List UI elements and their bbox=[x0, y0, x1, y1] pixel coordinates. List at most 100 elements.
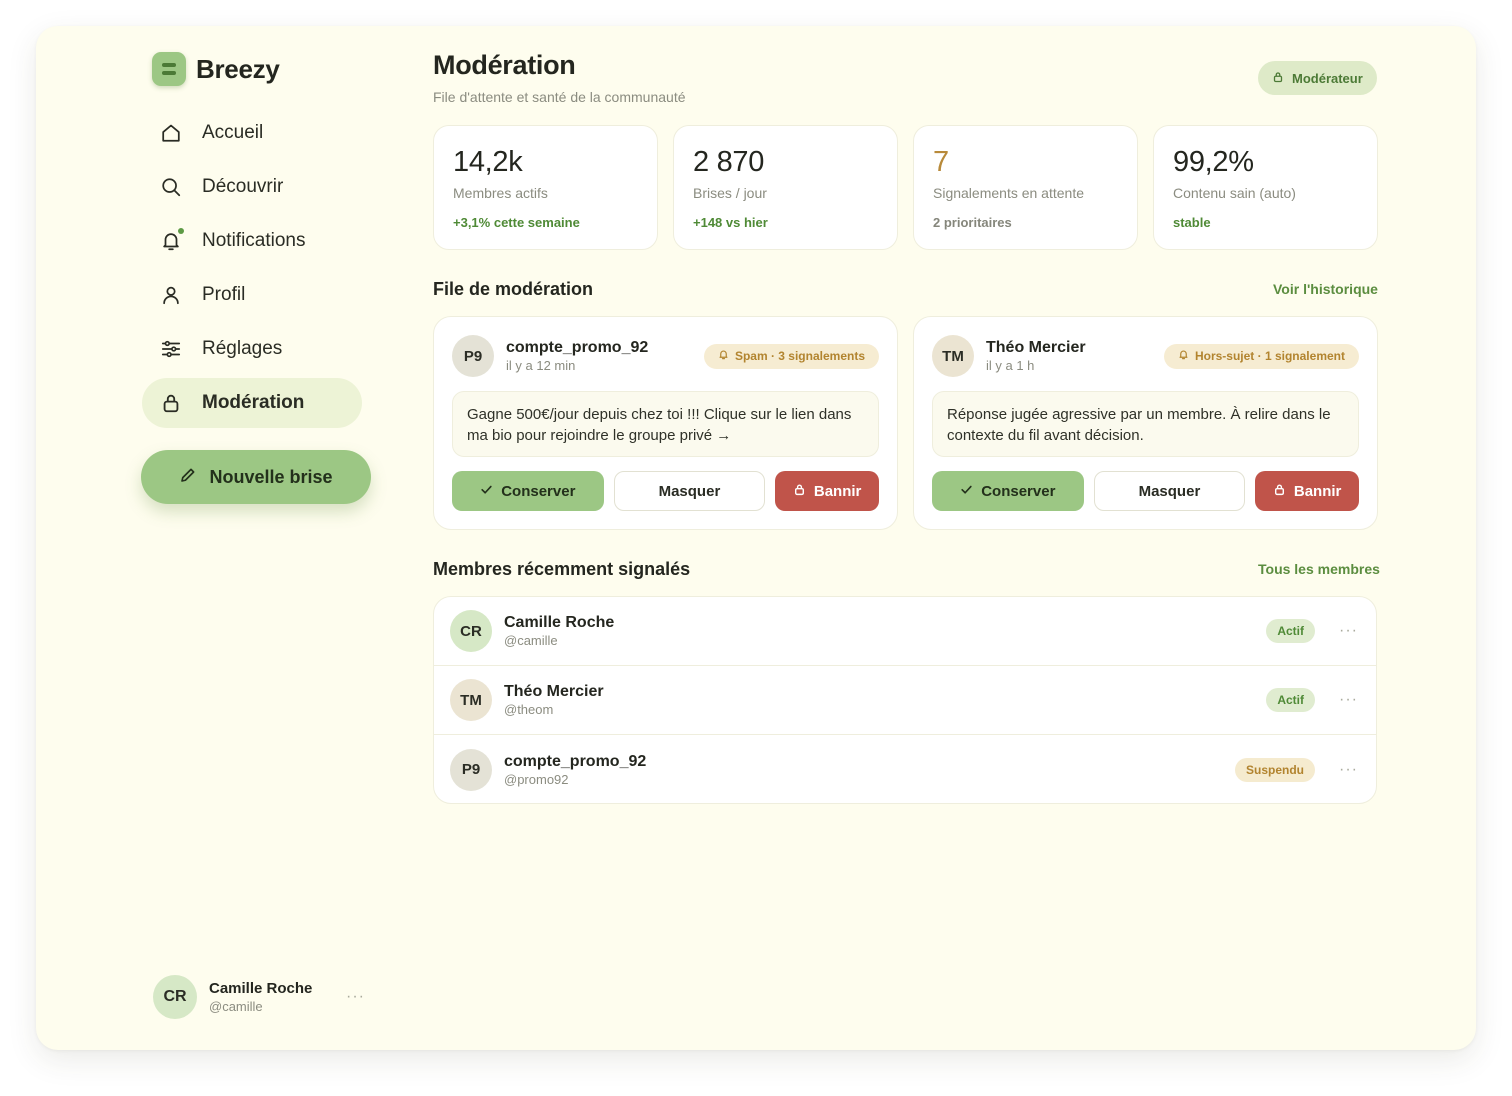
sidebar-item-reglages[interactable]: Réglages bbox=[142, 324, 362, 374]
new-post-button[interactable]: Nouvelle brise bbox=[141, 450, 371, 504]
moderation-actions: Conserver Masquer Bannir bbox=[932, 471, 1359, 511]
more-options-icon[interactable]: ··· bbox=[1339, 761, 1358, 779]
author-name[interactable]: compte_promo_92 bbox=[506, 339, 648, 357]
avatar[interactable]: P9 bbox=[452, 335, 494, 377]
home-icon bbox=[160, 122, 182, 144]
notification-dot bbox=[178, 228, 184, 234]
member-name: compte_promo_92 bbox=[504, 752, 647, 770]
stats-row: 14,2k Membres actifs +3,1% cette semaine… bbox=[433, 125, 1378, 250]
lock-icon bbox=[793, 483, 806, 500]
moderation-actions: Conserver Masquer Bannir bbox=[452, 471, 879, 511]
avatar: P9 bbox=[450, 748, 492, 791]
stat-label: Signalements en attente bbox=[933, 185, 1084, 201]
reported-members-list: CR Camille Roche @camille Actif ··· TM T… bbox=[433, 596, 1377, 804]
sidebar-item-decouvrir[interactable]: Découvrir bbox=[142, 162, 362, 212]
current-user-info: Camille Roche @camille bbox=[209, 980, 312, 1014]
status-badge: Actif bbox=[1266, 688, 1316, 712]
sidebar-item-moderation[interactable]: Modération bbox=[142, 378, 362, 428]
more-options-icon[interactable]: ··· bbox=[1339, 622, 1358, 640]
pencil-icon bbox=[179, 466, 197, 489]
queue-item-header: P9 compte_promo_92 il y a 12 min Spam · … bbox=[452, 335, 879, 377]
stat-value: 2 870 bbox=[693, 146, 765, 178]
member-name: Camille Roche bbox=[504, 614, 615, 631]
members-title: Membres récemment signalés bbox=[433, 559, 691, 579]
lock-icon bbox=[1273, 483, 1286, 500]
ban-button[interactable]: Bannir bbox=[775, 471, 879, 511]
post-time: il y a 1 h bbox=[986, 358, 1035, 373]
more-options-icon[interactable]: ··· bbox=[1339, 691, 1358, 709]
sidebar-item-profil[interactable]: Profil bbox=[142, 270, 362, 320]
ban-button[interactable]: Bannir bbox=[1255, 471, 1359, 511]
hide-button[interactable]: Masquer bbox=[1093, 471, 1246, 511]
report-badge-label: Hors-sujet · 1 signalement bbox=[1194, 349, 1345, 363]
new-post-label: Nouvelle brise bbox=[209, 466, 333, 487]
queue-item: P9 compte_promo_92 il y a 12 min Spam · … bbox=[433, 316, 898, 530]
sidebar-item-label: Notifications bbox=[202, 230, 306, 251]
stat-card-reports: 7 Signalements en attente 2 prioritaires bbox=[913, 125, 1138, 250]
member-handle: @camille bbox=[504, 633, 558, 648]
table-row[interactable]: TM Théo Mercier @theom Actif ··· bbox=[434, 666, 1376, 735]
avatar[interactable]: TM bbox=[932, 335, 974, 377]
avatar: CR bbox=[153, 975, 197, 1019]
member-info: Théo Mercier @theom bbox=[504, 683, 604, 717]
lock-icon bbox=[1272, 71, 1284, 86]
brand[interactable]: Breezy bbox=[152, 52, 280, 86]
avatar: TM bbox=[450, 679, 492, 721]
keep-button-label: Conserver bbox=[981, 482, 1056, 500]
keep-button[interactable]: Conserver bbox=[932, 471, 1084, 511]
hide-button-label: Masquer bbox=[1138, 482, 1201, 500]
hide-button[interactable]: Masquer bbox=[613, 471, 766, 511]
queue-item-header: TM Théo Mercier il y a 1 h Hors-sujet · … bbox=[932, 335, 1359, 377]
page-subtitle: File d'attente et santé de la communauté bbox=[433, 89, 686, 105]
stat-label: Brises / jour bbox=[693, 185, 767, 201]
history-link[interactable]: Voir l'historique bbox=[1273, 281, 1378, 297]
sidebar-item-accueil[interactable]: Accueil bbox=[142, 108, 362, 158]
member-info: Camille Roche @camille bbox=[504, 614, 614, 648]
status-badge: Actif bbox=[1266, 619, 1316, 643]
stat-value: 14,2k bbox=[453, 146, 523, 178]
reported-content: Gagne 500€/jour depuis chez toi !!! Cliq… bbox=[452, 391, 879, 457]
stat-value: 7 bbox=[933, 146, 949, 178]
ban-button-label: Bannir bbox=[813, 482, 862, 500]
check-icon bbox=[960, 483, 973, 500]
stat-label: Membres actifs bbox=[453, 185, 548, 201]
more-options-icon[interactable]: ··· bbox=[346, 988, 365, 1006]
queue-item-author: compte_promo_92 il y a 12 min bbox=[506, 339, 648, 373]
stat-delta: +3,1% cette semaine bbox=[453, 215, 580, 230]
stat-card-posts: 2 870 Brises / jour +148 vs hier bbox=[673, 125, 898, 250]
sidebar-item-notifications[interactable]: Notifications bbox=[142, 216, 362, 266]
sidebar-item-label: Réglages bbox=[202, 338, 283, 359]
all-members-link[interactable]: Tous les membres bbox=[1258, 561, 1380, 577]
keep-button-label: Conserver bbox=[501, 482, 576, 500]
stat-card-members: 14,2k Membres actifs +3,1% cette semaine bbox=[433, 125, 658, 250]
avatar: CR bbox=[450, 610, 492, 652]
keep-button[interactable]: Conserver bbox=[452, 471, 604, 511]
stat-delta: +148 vs hier bbox=[693, 215, 768, 230]
stat-value: 99,2% bbox=[1173, 146, 1254, 178]
page-title: Modération bbox=[433, 50, 576, 80]
table-row[interactable]: P9 compte_promo_92 @promo92 Suspendu ··· bbox=[434, 735, 1376, 803]
app-window: Breezy Accueil Découvrir Notifications P… bbox=[36, 26, 1476, 1050]
post-time: il y a 12 min bbox=[506, 358, 576, 373]
breezy-logo-icon bbox=[152, 52, 186, 86]
author-name[interactable]: Théo Mercier bbox=[986, 339, 1086, 357]
report-badge: Spam · 3 signalements bbox=[703, 343, 879, 369]
moderation-queue: P9 compte_promo_92 il y a 12 min Spam · … bbox=[433, 316, 1378, 530]
ban-button-label: Bannir bbox=[1293, 482, 1342, 500]
report-badge: Hors-sujet · 1 signalement bbox=[1163, 343, 1359, 369]
stat-delta: stable bbox=[1173, 215, 1211, 230]
current-user-name: Camille Roche bbox=[209, 980, 313, 997]
sidebar-nav: Accueil Découvrir Notifications Profil R… bbox=[142, 108, 362, 432]
member-handle: @theom bbox=[504, 702, 554, 717]
status-badge: Suspendu bbox=[1235, 757, 1316, 782]
bell-icon bbox=[718, 349, 729, 363]
sidebar-item-label: Accueil bbox=[202, 122, 264, 143]
stat-delta: 2 prioritaires bbox=[933, 215, 1012, 230]
bell-icon bbox=[160, 228, 184, 252]
bell-icon bbox=[1178, 349, 1189, 363]
report-badge-label: Spam · 3 signalements bbox=[734, 349, 865, 363]
queue-title: File de modération bbox=[433, 279, 594, 299]
current-user[interactable]: CR Camille Roche @camille ··· bbox=[153, 975, 365, 1019]
table-row[interactable]: CR Camille Roche @camille Actif ··· bbox=[434, 597, 1376, 666]
sidebar-item-label: Découvrir bbox=[202, 176, 284, 197]
